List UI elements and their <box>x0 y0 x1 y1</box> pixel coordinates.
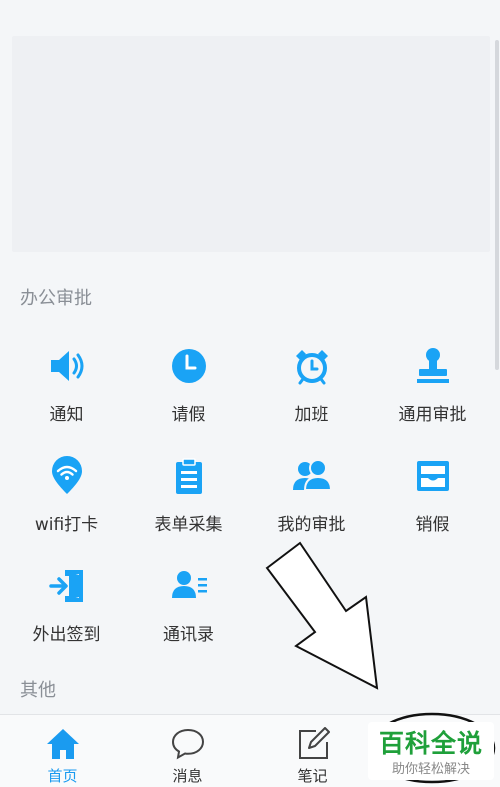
grid-item-cancel-leave[interactable]: 销假 <box>370 456 495 556</box>
clipboard-icon <box>175 458 202 494</box>
home-icon <box>46 729 79 759</box>
watermark-title: 百科全说 <box>378 729 483 758</box>
chat-bubble-icon <box>171 728 204 760</box>
grid-item-notice[interactable]: 通知 <box>4 346 129 446</box>
grid-item-label: 我的审批 <box>277 515 346 535</box>
grid-item-label: 表单采集 <box>154 515 223 535</box>
grid-item-form-collection[interactable]: 表单采集 <box>126 456 251 556</box>
grid-item-label: 请假 <box>171 405 206 425</box>
wifi-pin-icon <box>51 456 82 494</box>
grid-item-general-approval[interactable]: 通用审批 <box>370 346 495 446</box>
grid-item-label: 通讯录 <box>163 625 214 645</box>
users-icon <box>292 459 332 491</box>
tab-notes[interactable]: 笔记 <box>250 715 375 787</box>
grid-item-label: 外出签到 <box>32 625 101 645</box>
tab-messages[interactable]: 消息 <box>125 715 250 787</box>
tab-home[interactable]: 首页 <box>0 715 125 787</box>
grid-item-contacts[interactable]: 通讯录 <box>126 566 251 666</box>
grid-item-label: 通用审批 <box>398 405 467 425</box>
speaker-icon <box>50 351 83 381</box>
grid-item-my-approvals[interactable]: 我的审批 <box>249 456 374 556</box>
contact-card-icon <box>171 571 207 598</box>
edit-note-icon <box>298 727 330 759</box>
inbox-icon <box>416 461 449 491</box>
alarm-clock-icon <box>295 350 328 385</box>
stamp-icon <box>416 348 449 383</box>
tab-label: 首页 <box>47 767 78 785</box>
tab-label: 笔记 <box>297 767 328 785</box>
scrollbar[interactable] <box>495 40 499 370</box>
watermark-subtitle: 助你轻松解决 <box>391 762 470 777</box>
grid-item-label: 销假 <box>415 515 450 535</box>
grid-item-label: 加班 <box>294 405 329 425</box>
banner-placeholder[interactable] <box>12 36 490 252</box>
grid-item-leave[interactable]: 请假 <box>126 346 251 446</box>
grid-item-label: wifi打卡 <box>34 515 99 535</box>
clock-icon <box>171 349 206 383</box>
exit-door-icon <box>48 570 83 602</box>
watermark-logo: 百科全说 助你轻松解决 <box>368 722 494 780</box>
grid-item-overtime[interactable]: 加班 <box>249 346 374 446</box>
grid-item-label: 通知 <box>49 405 84 425</box>
grid-item-wifi-checkin[interactable]: wifi打卡 <box>4 456 129 556</box>
grid-item-outing-checkin[interactable]: 外出签到 <box>4 566 129 666</box>
section-title-office: 办公审批 <box>20 288 92 309</box>
tab-label: 消息 <box>172 767 203 785</box>
section-title-other: 其他 <box>20 680 56 701</box>
